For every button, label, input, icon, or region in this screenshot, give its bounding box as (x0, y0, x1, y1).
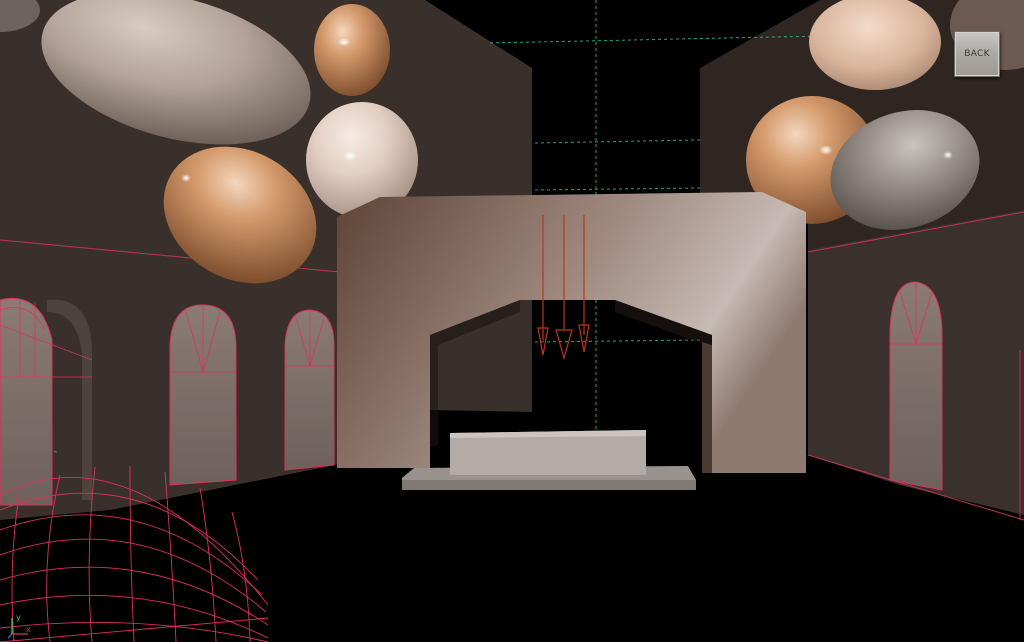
back-button[interactable]: BACK (954, 31, 1000, 77)
window-left-3 (284, 309, 335, 471)
axis-y-label: y (16, 613, 21, 622)
window-left-1 (0, 297, 53, 506)
axis-gizmo-icon: y x (7, 613, 31, 639)
altar (402, 430, 696, 490)
scene-render[interactable] (0, 0, 1024, 642)
sphere-orange-top (314, 4, 390, 96)
3d-viewport[interactable]: BACK y x (0, 0, 1024, 642)
axis-x-label: x (26, 625, 31, 634)
